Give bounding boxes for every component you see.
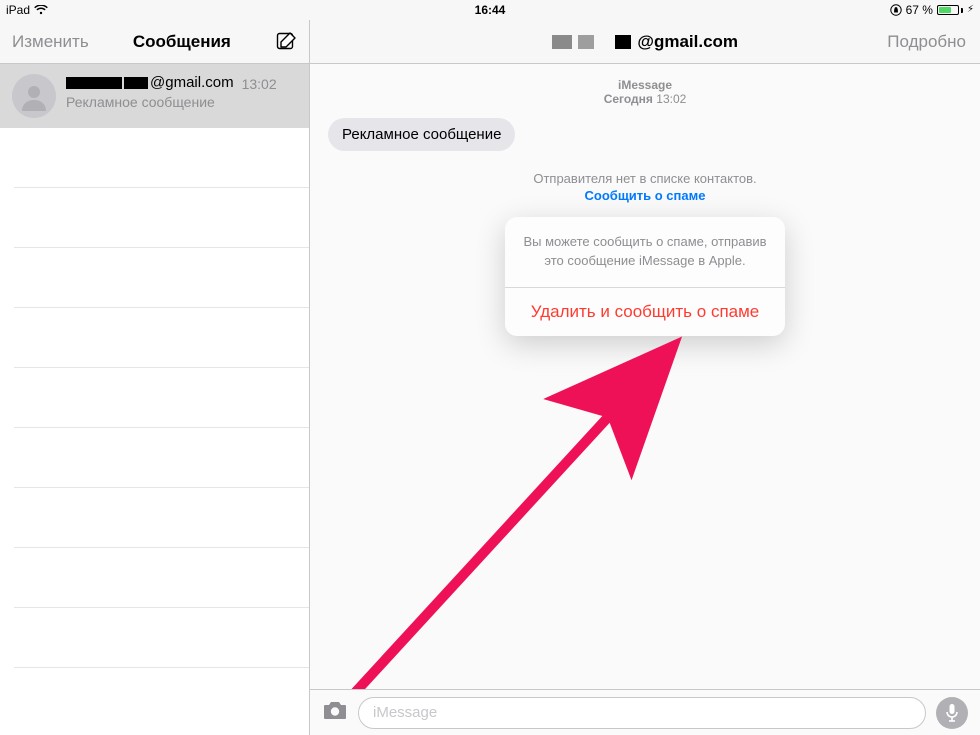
message-thread-pane: iMessage Сегодня 13:02 Рекламное сообщен…: [310, 64, 980, 735]
conversation-preview: Рекламное сообщение: [66, 94, 297, 110]
status-bar: iPad 16:44 67 % ⚡︎: [0, 0, 980, 20]
not-in-contacts-label: Отправителя нет в списке контактов.: [328, 171, 962, 186]
conversation-contact-domain: @gmail.com: [150, 74, 234, 91]
conversation-list[interactable]: @gmail.com 13:02 Рекламное сообщение: [0, 64, 310, 735]
annotation-arrow: [317, 294, 957, 689]
redacted-block: [552, 35, 572, 49]
battery-icon: [937, 5, 963, 15]
thread-date-header: iMessage Сегодня 13:02: [328, 78, 962, 106]
conversation-header: @gmail.com Подробно: [310, 20, 980, 64]
sidebar-title: Сообщения: [133, 32, 231, 52]
conversation-row-selected[interactable]: @gmail.com 13:02 Рекламное сообщение: [0, 64, 309, 128]
orientation-lock-icon: [890, 4, 902, 16]
compose-bar: [310, 689, 980, 735]
wifi-icon: [34, 5, 48, 15]
battery-percent: 67 %: [906, 3, 933, 17]
avatar-icon: [12, 74, 56, 118]
edit-button[interactable]: Изменить: [12, 32, 89, 52]
status-left: iPad: [6, 3, 48, 17]
redacted-block: [66, 77, 122, 89]
redacted-block: [578, 35, 594, 49]
redacted-block: [124, 77, 148, 89]
microphone-button[interactable]: [936, 697, 968, 729]
delete-and-report-spam-button[interactable]: Удалить и сообщить о спаме: [505, 288, 785, 336]
empty-rows: [0, 128, 309, 668]
thread-time: 13:02: [656, 92, 686, 106]
status-time: 16:44: [475, 3, 506, 17]
report-spam-popover: Вы можете сообщить о спаме, отправив это…: [505, 217, 785, 336]
report-spam-link[interactable]: Сообщить о спаме: [328, 188, 962, 203]
charging-icon: ⚡︎: [967, 5, 974, 15]
camera-icon[interactable]: [322, 700, 348, 725]
message-thread[interactable]: iMessage Сегодня 13:02 Рекламное сообщен…: [310, 64, 980, 689]
message-input[interactable]: [358, 697, 926, 729]
redacted-block: [615, 35, 631, 49]
conversation-contact: @gmail.com: [66, 74, 234, 91]
compose-icon[interactable]: [275, 31, 297, 53]
status-right: 67 % ⚡︎: [890, 3, 974, 17]
contact-domain: @gmail.com: [637, 32, 738, 52]
service-label: iMessage: [328, 78, 962, 92]
incoming-message-bubble[interactable]: Рекламное сообщение: [328, 118, 515, 151]
device-label: iPad: [6, 3, 30, 17]
conversation-time: 13:02: [242, 76, 277, 92]
thread-day: Сегодня: [604, 92, 653, 106]
details-button[interactable]: Подробно: [887, 32, 966, 52]
contact-name[interactable]: @gmail.com: [552, 32, 738, 52]
popover-info-text: Вы можете сообщить о спаме, отправив это…: [505, 217, 785, 287]
sidebar-header: Изменить Сообщения: [0, 20, 310, 64]
